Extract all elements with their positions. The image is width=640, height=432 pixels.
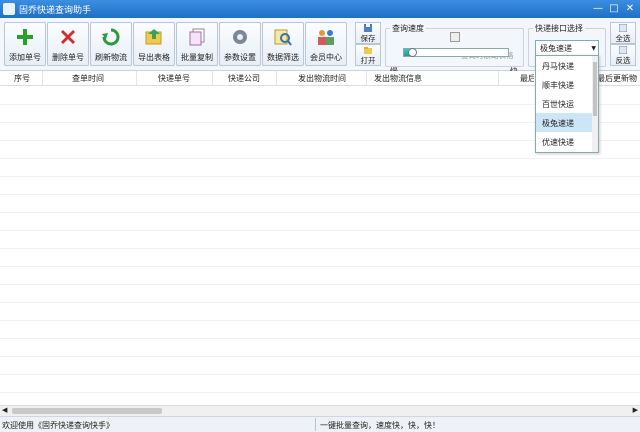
courier-option[interactable]: 顺丰快递 [536,75,592,94]
col-ship-info[interactable]: 发出物流信息 [374,73,422,84]
courier-option[interactable]: 优速快递 [536,132,592,151]
status-welcome: 欢迎使用《固乔快递查询快手》 [2,421,114,430]
table-row[interactable] [0,284,640,303]
courier-option-label: 丹马快递 [542,62,574,71]
window-title: 固乔快递查询助手 [19,6,92,16]
speed-group-title: 查询速度 [390,23,426,34]
table-row[interactable] [0,356,640,375]
delete-icon [61,30,75,44]
export-icon [145,29,162,45]
col-query-time[interactable]: 查单时间 [72,73,104,84]
minimize-button[interactable]: — [590,2,606,16]
batch-copy-button[interactable]: 批量复制 [176,22,218,66]
refresh-logistics-button[interactable]: 刷新物流 [90,22,132,66]
title-bar: 固乔快递查询助手 — □ ✕ [0,0,640,18]
table-row[interactable] [0,266,640,285]
data-filter-label: 数据筛选 [267,53,299,62]
refresh-logistics-label: 刷新物流 [95,53,127,62]
table-row[interactable] [0,338,640,357]
invert-icon [619,46,627,54]
open-folder-icon [364,47,372,54]
table-row[interactable] [0,194,640,213]
save-label: 保存 [360,34,376,43]
save-icon [364,24,372,32]
table-row[interactable] [0,230,640,249]
courier-option-selected[interactable]: 极兔速递 [536,113,592,132]
invert-label: 反选 [615,56,631,65]
speed-knob[interactable] [408,48,418,57]
scroll-right-icon[interactable]: ▶ [633,406,638,414]
status-bar: 欢迎使用《固乔快递查询快手》 一键批量查询，速度快，快，快！ [0,416,640,432]
app-icon [3,3,15,15]
chevron-down-icon[interactable]: ▼ [591,45,596,52]
add-icon [17,29,33,45]
col-last-update[interactable]: 最后更新物 [597,73,640,84]
col-ship-time[interactable]: 发出物流时间 [298,73,346,84]
close-button[interactable]: ✕ [622,2,638,16]
col-courier-company[interactable]: 快递公司 [228,73,260,84]
col-index[interactable]: 序号 [14,73,30,84]
copy-icon [189,28,205,46]
settings-button[interactable]: 参数设置 [219,22,261,66]
member-center-button[interactable]: 会员中心 [305,22,347,66]
courier-selected-value: 极兔速递 [540,44,572,53]
select-all-label: 全选 [615,34,631,43]
courier-option-label: 百世快运 [542,100,574,109]
courier-group-title: 快递接口选择 [533,23,585,34]
horizontal-scrollbar[interactable]: ◀ ▶ [0,405,640,416]
table-row[interactable] [0,248,640,267]
col-last[interactable]: 最后 [520,73,534,84]
dropdown-scrollbar[interactable] [592,56,598,152]
speed-slider[interactable] [403,48,509,57]
courier-option-label: 极兔速递 [542,119,574,128]
check-icon [619,24,627,32]
open-label: 打开 [360,56,376,65]
table-row[interactable] [0,158,640,177]
batch-copy-label: 批量复制 [181,53,213,62]
table-row[interactable] [0,374,640,393]
export-table-button[interactable]: 导出表格 [133,22,175,66]
filter-icon [274,29,292,46]
scroll-left-icon[interactable]: ◀ [2,406,7,414]
courier-dropdown-list: 丹马快递 顺丰快递 百世快运 极兔速递 优速快递 [535,55,599,153]
delete-number-button[interactable]: 删除单号 [47,22,89,66]
table-row[interactable] [0,212,640,231]
members-icon [318,30,334,45]
courier-select[interactable]: 极兔速递 ▼ [535,40,599,56]
save-button[interactable]: 保存 [355,22,381,44]
data-filter-button[interactable]: 数据筛选 [262,22,304,66]
add-number-label: 添加单号 [9,53,41,62]
table-row[interactable] [0,302,640,321]
scroll-table-checkbox[interactable] [450,32,460,42]
col-tracking-number[interactable]: 快递单号 [158,73,190,84]
open-button[interactable]: 打开 [355,44,381,66]
gear-icon [233,30,247,44]
dropdown-scroll-thumb[interactable] [593,62,597,116]
table-row[interactable] [0,320,640,339]
courier-option-label: 优速快递 [542,138,574,147]
courier-option[interactable]: 丹马快递 [536,56,592,75]
courier-option-label: 顺丰快递 [542,81,574,90]
add-number-button[interactable]: 添加单号 [4,22,46,66]
refresh-icon [102,28,120,46]
export-table-label: 导出表格 [138,53,170,62]
select-all-button[interactable]: 全选 [610,22,636,44]
invert-select-button[interactable]: 反选 [610,44,636,66]
horizontal-scroll-thumb[interactable] [12,408,162,414]
settings-label: 参数设置 [224,53,256,62]
maximize-button[interactable]: □ [606,2,622,16]
member-center-label: 会员中心 [310,53,342,62]
table-row[interactable] [0,176,640,195]
courier-option[interactable]: 百世快运 [536,94,592,113]
delete-number-label: 删除单号 [52,53,84,62]
status-slogan: 一键批量查询，速度快，快，快！ [320,421,440,430]
